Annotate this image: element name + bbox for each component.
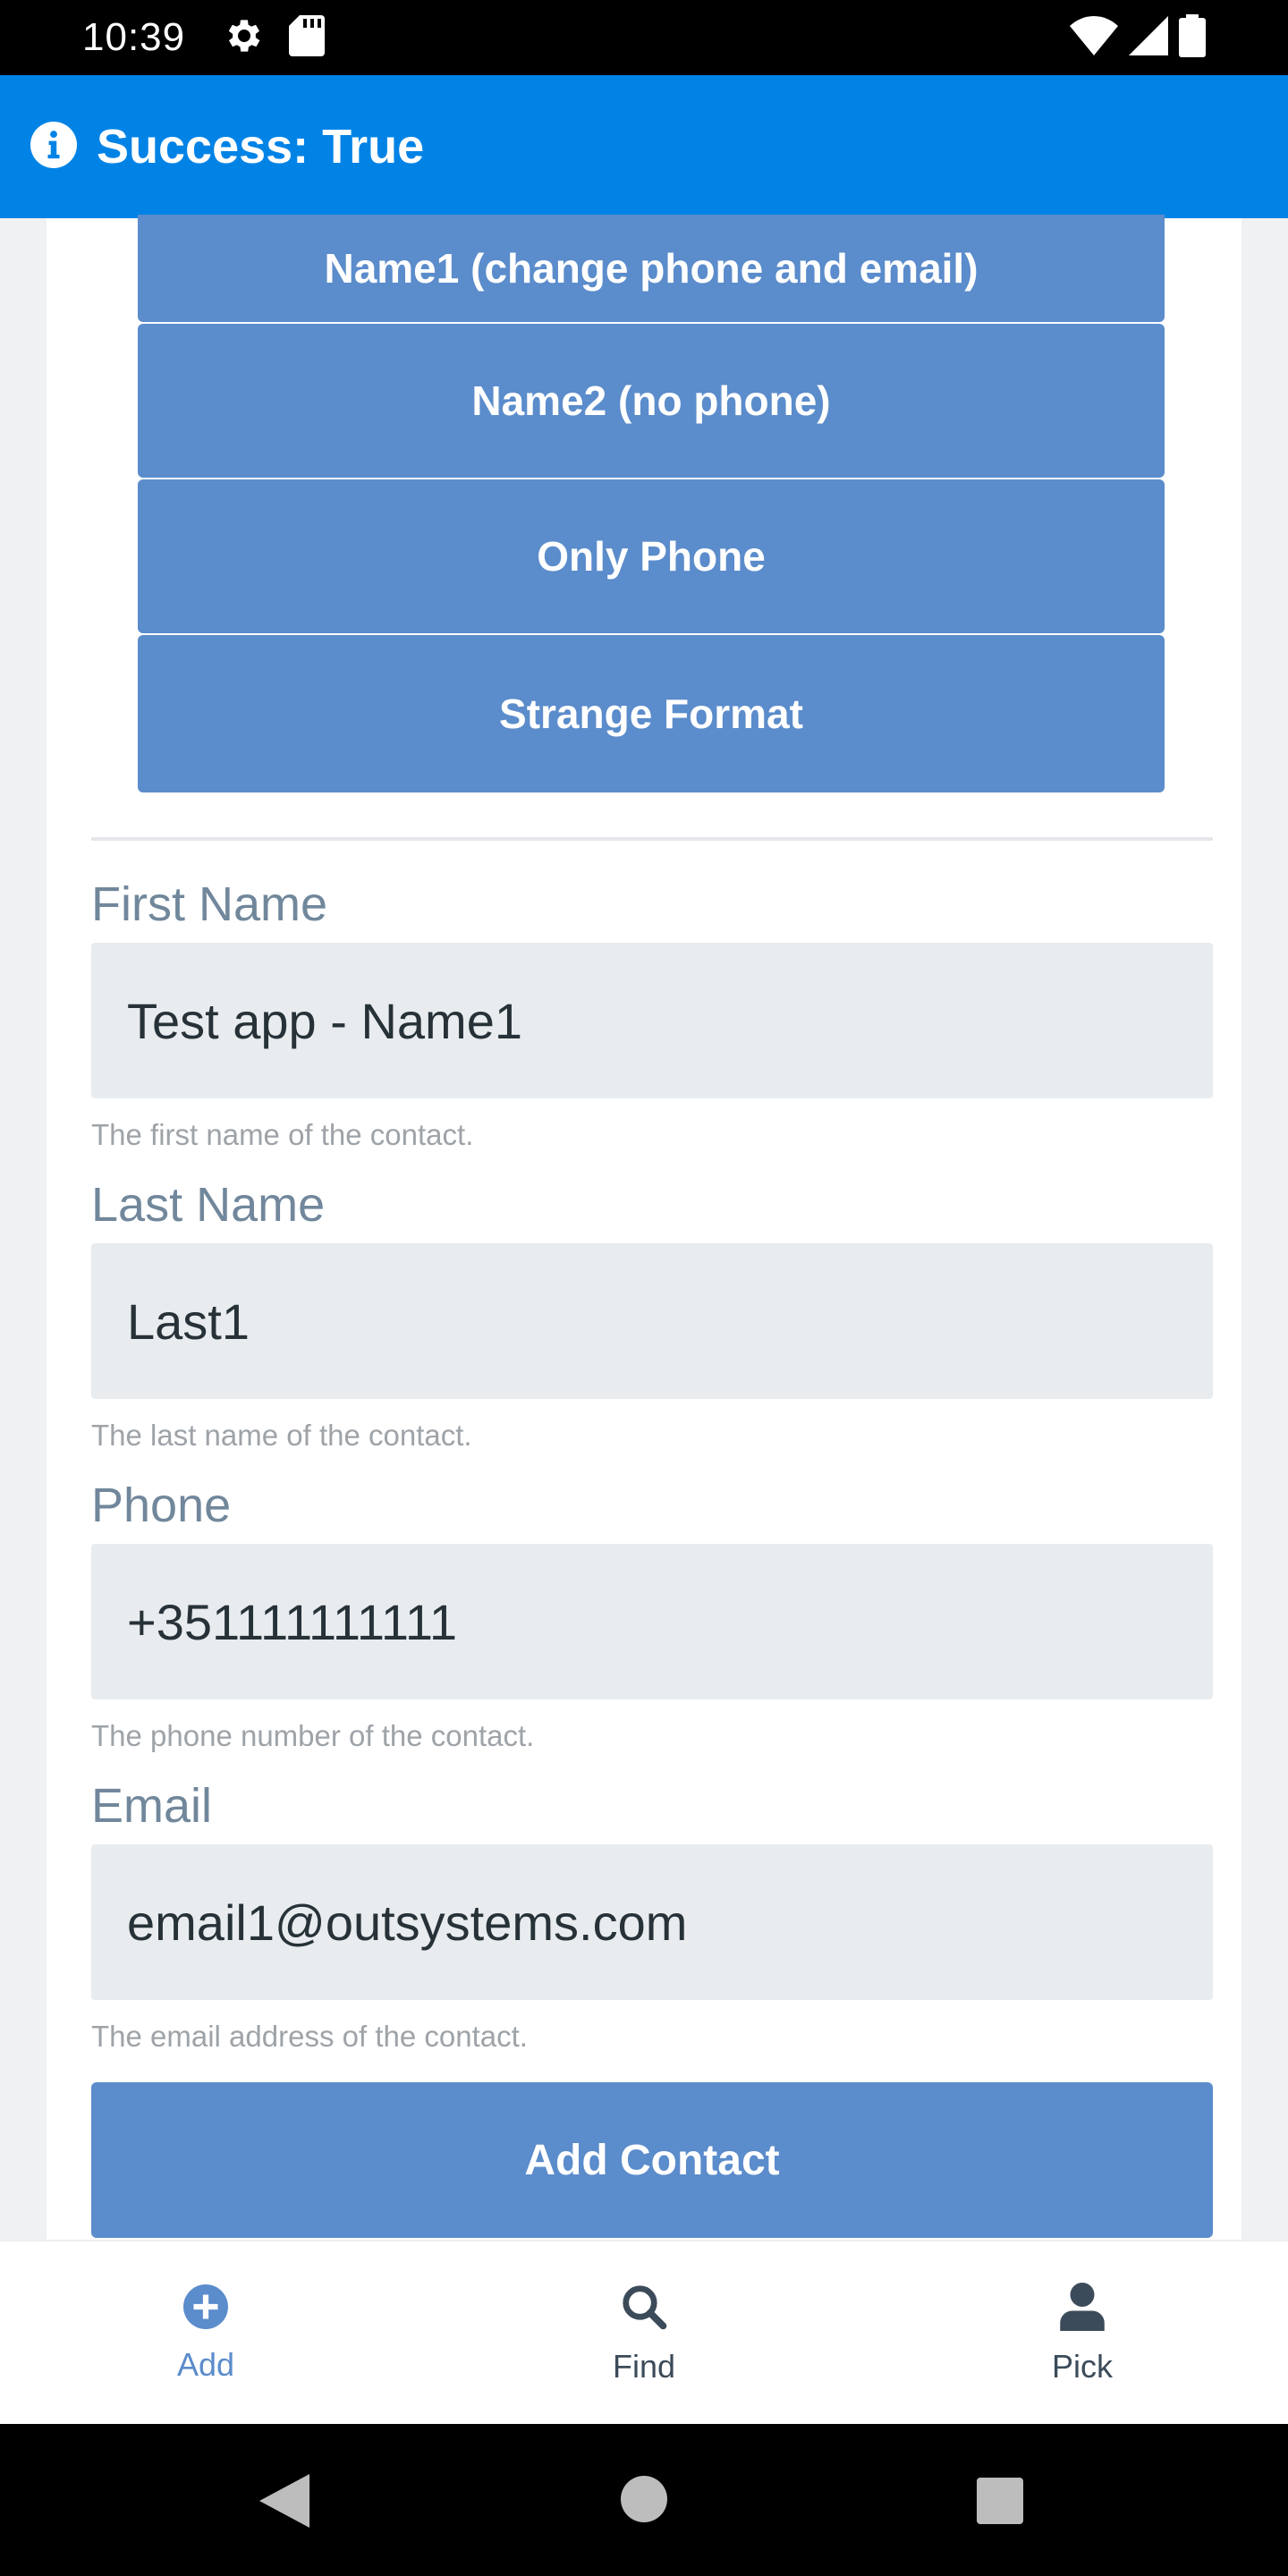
preset-name1-label: Name1 (change phone and email) xyxy=(324,245,979,292)
phone-hint: The phone number of the contact. xyxy=(91,1719,535,1752)
status-time: 10:39 xyxy=(82,15,186,59)
wifi-icon xyxy=(1070,15,1118,60)
phone-label: Phone xyxy=(91,1479,232,1532)
system-nav-bar xyxy=(0,2424,1288,2576)
settings-gear-icon xyxy=(223,14,266,62)
person-icon xyxy=(1060,2282,1105,2335)
preset-strange-format-label: Strange Format xyxy=(499,691,803,737)
phone-value: +351111111111 xyxy=(127,1593,458,1650)
preset-name2-button[interactable]: Name2 (no phone) xyxy=(138,324,1165,478)
email-input[interactable]: email1@outsystems.com xyxy=(91,1844,1213,2000)
main-content: Name1 (change phone and email) Name2 (no… xyxy=(47,215,1241,2240)
plus-circle-icon xyxy=(183,2284,228,2334)
preset-only-phone-button[interactable]: Only Phone xyxy=(138,479,1165,633)
first-name-hint: The first name of the contact. xyxy=(91,1118,474,1151)
feedback-message: Success: True xyxy=(0,75,1288,218)
first-name-input[interactable]: Test app - Name1 xyxy=(91,943,1213,1098)
search-icon xyxy=(620,2283,668,2335)
email-hint: The email address of the contact. xyxy=(91,2020,528,2053)
last-name-label: Last Name xyxy=(91,1178,326,1232)
recents-icon[interactable] xyxy=(977,2478,1023,2529)
last-name-value: Last1 xyxy=(127,1292,250,1350)
nav-item-pick[interactable]: Pick xyxy=(975,2241,1190,2426)
status-bar: 10:39 xyxy=(0,0,1288,75)
back-icon[interactable] xyxy=(259,2474,309,2532)
first-name-label: First Name xyxy=(91,877,328,931)
nav-item-find[interactable]: Find xyxy=(537,2241,751,2426)
add-contact-label: Add Contact xyxy=(524,2136,780,2184)
nav-label-pick: Pick xyxy=(1051,2347,1113,2385)
nav-label-add: Add xyxy=(176,2345,235,2383)
add-contact-button[interactable]: Add Contact xyxy=(91,2082,1213,2238)
nav-label-find: Find xyxy=(612,2347,676,2385)
email-label: Email xyxy=(91,1779,213,1833)
signal-icon xyxy=(1129,15,1168,60)
email-value: email1@outsystems.com xyxy=(127,1894,688,1951)
sd-card-icon xyxy=(289,14,326,61)
info-icon xyxy=(30,121,77,173)
phone-input[interactable]: +351111111111 xyxy=(91,1544,1213,1699)
preset-name1-button[interactable]: Name1 (change phone and email) xyxy=(138,215,1165,322)
divider xyxy=(91,837,1213,841)
last-name-input[interactable]: Last1 xyxy=(91,1243,1213,1399)
nav-item-add[interactable]: Add xyxy=(98,2241,313,2426)
preset-name2-label: Name2 (no phone) xyxy=(471,377,831,424)
first-name-value: Test app - Name1 xyxy=(127,992,522,1049)
battery-icon xyxy=(1179,13,1206,62)
preset-strange-format-button[interactable]: Strange Format xyxy=(138,635,1165,792)
last-name-hint: The last name of the contact. xyxy=(91,1419,472,1452)
home-icon[interactable] xyxy=(621,2476,667,2527)
bottom-nav: Add Find Pick xyxy=(0,2240,1288,2424)
feedback-message-text: Success: True xyxy=(97,120,425,174)
preset-only-phone-label: Only Phone xyxy=(537,533,766,580)
